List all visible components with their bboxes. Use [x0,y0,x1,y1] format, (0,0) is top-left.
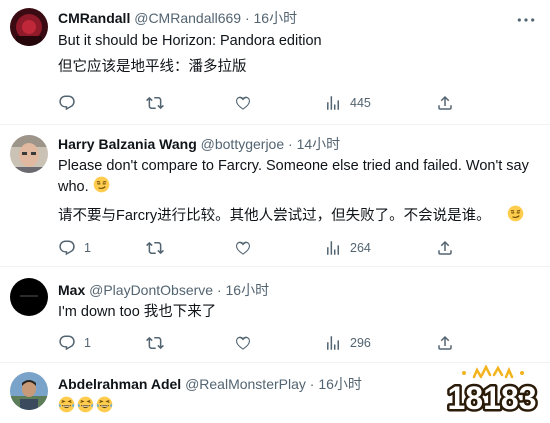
action-bar: 445 [58,93,458,113]
like-button[interactable] [234,93,260,113]
tweet-header: CMRandall @CMRandall669 · 16小时 [58,9,297,27]
views-icon [324,239,342,257]
author-handle[interactable]: @bottygerjoe [201,136,284,152]
like-button[interactable] [234,238,260,258]
avatar[interactable] [10,278,48,316]
share-icon [436,94,454,112]
reply-icon [58,94,76,112]
like-button[interactable] [234,333,260,353]
author-handle[interactable]: @RealMonsterPlay [185,376,306,392]
tweet-line: I'm down too 我也下来了 [58,304,217,320]
author-name[interactable]: CMRandall [58,10,130,26]
tweet-header: Abdelrahman Adel @RealMonsterPlay · 16小时 [58,375,362,393]
author-name[interactable]: Abdelrahman Adel [58,376,181,392]
timestamp[interactable]: 14小时 [297,136,341,152]
tweet-max[interactable]: Max @PlayDontObserve · 16小时 I'm down too… [0,267,550,363]
separator-dot: · [309,376,315,392]
reply-count: 1 [84,336,91,350]
smirk-emoji [507,205,524,228]
like-icon [234,239,252,257]
retweet-icon [146,334,164,352]
timestamp[interactable]: 16小时 [254,10,298,26]
share-button[interactable] [436,93,454,113]
tweet-line-english: Please don't compare to Farcry. Someone … [58,158,529,195]
watermark-logo: 18183 18183 [444,364,540,419]
retweet-button[interactable] [146,333,172,353]
views-button[interactable]: 445 [324,93,371,113]
views-icon [324,334,342,352]
author-name[interactable]: Max [58,282,85,298]
tweet-text: I'm down too 我也下来了 [58,302,538,322]
separator-dot: · [216,282,222,298]
tweet-header: Harry Balzania Wang @bottygerjoe · 14小时 [58,135,340,153]
reply-button[interactable]: 1 [58,333,91,353]
avatar[interactable] [10,8,48,46]
separator-dot: · [244,10,250,26]
view-count: 264 [350,241,371,255]
laugh-cry-emoji [58,396,75,419]
watermark-text-fill: 18183 [448,380,537,416]
tweet-text: Please don't compare to Farcry. Someone … [58,156,538,228]
view-count: 445 [350,96,371,110]
retweet-icon [146,94,164,112]
views-icon [324,94,342,112]
share-button[interactable] [436,238,454,258]
reply-button[interactable] [58,93,84,113]
view-count: 296 [350,336,371,350]
tweet-line-chinese: 请不要与Farcry进行比较。其他人尝试过，但失败了。不会说是谁。 [58,208,491,224]
action-bar: 1 264 [58,238,458,258]
views-button[interactable]: 264 [324,238,371,258]
smirk-emoji [93,176,110,199]
like-icon [234,334,252,352]
author-name[interactable]: Harry Balzania Wang [58,136,197,152]
author-handle[interactable]: @PlayDontObserve [89,282,213,298]
author-handle[interactable]: @CMRandall669 [134,10,241,26]
tweet-cmrandall[interactable]: CMRandall @CMRandall669 · 16小时 But it sh… [0,0,550,125]
avatar[interactable] [10,372,48,410]
retweet-icon [146,239,164,257]
timestamp[interactable]: 16小时 [226,282,270,298]
retweet-button[interactable] [146,238,172,258]
laugh-cry-emoji [77,396,94,419]
timestamp[interactable]: 16小时 [318,376,362,392]
action-bar: 1 296 [58,333,458,353]
tweet-header: Max @PlayDontObserve · 16小时 [58,281,269,299]
tweet-line-chinese: 但它应该是地平线：潘多拉版 [58,59,247,75]
more-icon[interactable] [516,12,536,26]
laugh-cry-emoji [96,396,113,419]
reply-icon [58,239,76,257]
tweet-harry-balzania-wang[interactable]: Harry Balzania Wang @bottygerjoe · 14小时 … [0,125,550,267]
reply-count: 1 [84,241,91,255]
share-icon [436,239,454,257]
share-icon [436,334,454,352]
like-icon [234,94,252,112]
avatar[interactable] [10,135,48,173]
separator-dot: · [288,136,293,152]
views-button[interactable]: 296 [324,333,371,353]
reply-icon [58,334,76,352]
tweet-text: But it should be Horizon: Pandora editio… [58,31,538,77]
share-button[interactable] [436,333,454,353]
retweet-button[interactable] [146,93,172,113]
reply-button[interactable]: 1 [58,238,91,258]
tweet-line-english: But it should be Horizon: Pandora editio… [58,33,322,49]
